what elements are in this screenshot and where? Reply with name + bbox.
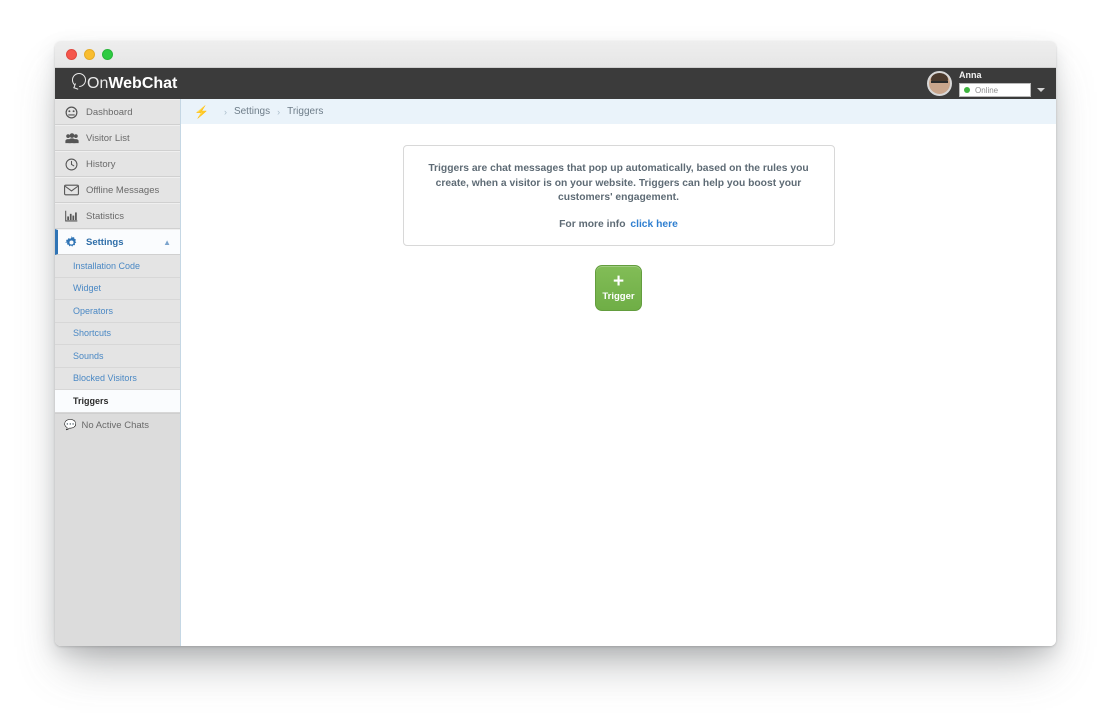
app-body: Dashboard Visitor List History Offline M… bbox=[55, 99, 1056, 646]
sidebar-item-label: Statistics bbox=[86, 210, 125, 222]
chevron-down-icon bbox=[1037, 88, 1045, 92]
user-meta: Anna Online bbox=[959, 70, 1048, 97]
sidebar-item-label: Settings bbox=[86, 236, 124, 248]
app-top-bar: On Web Chat Anna Online bbox=[55, 68, 1056, 99]
gauge-icon bbox=[64, 106, 79, 119]
browser-window: On Web Chat Anna Online Dashboard Visito… bbox=[55, 41, 1056, 646]
add-trigger-button[interactable]: + Trigger bbox=[595, 264, 642, 311]
sidebar-subitem-label: Blocked Visitors bbox=[73, 373, 137, 384]
status-dropdown-toggle[interactable] bbox=[1034, 83, 1048, 97]
more-info-link[interactable]: click here bbox=[630, 219, 678, 230]
status-online-dot bbox=[964, 87, 970, 93]
maximize-window-button[interactable] bbox=[102, 48, 113, 60]
add-trigger-label: Trigger bbox=[602, 291, 635, 303]
status-select-value: Online bbox=[975, 85, 999, 95]
people-group-icon bbox=[64, 132, 79, 145]
add-trigger-wrap: + Trigger bbox=[181, 264, 1056, 311]
sidebar-subitem-label: Installation Code bbox=[73, 260, 141, 271]
minimize-window-button[interactable] bbox=[84, 48, 95, 60]
sidebar-item-dashboard[interactable]: Dashboard bbox=[55, 99, 180, 125]
sidebar-item-settings[interactable]: Settings ▲ bbox=[55, 229, 180, 255]
onwebchat-logo[interactable]: On Web Chat bbox=[72, 73, 178, 93]
breadcrumb-separator: › bbox=[223, 106, 227, 117]
sidebar: Dashboard Visitor List History Offline M… bbox=[55, 99, 181, 646]
user-account-area: Anna Online bbox=[927, 68, 1048, 99]
lightning-bolt-icon: ⚡ bbox=[194, 104, 209, 119]
triggers-info-more: For more info click here bbox=[426, 219, 812, 230]
sidebar-subitem-label: Widget bbox=[73, 283, 102, 294]
sidebar-subitem-label: Shortcuts bbox=[73, 328, 112, 339]
sidebar-subitem-label: Triggers bbox=[73, 395, 109, 406]
sidebar-subitem-blocked-visitors[interactable]: Blocked Visitors bbox=[55, 367, 180, 390]
avatar-glasses bbox=[931, 81, 948, 85]
speech-bubble-o-icon bbox=[72, 73, 86, 87]
chevron-up-icon[interactable]: ▲ bbox=[163, 238, 171, 247]
plus-icon: + bbox=[612, 271, 625, 293]
sidebar-item-label: Offline Messages bbox=[86, 184, 160, 196]
more-info-prefix: For more info bbox=[559, 218, 626, 230]
chat-bubble-icon: 💬 bbox=[64, 419, 77, 431]
triggers-info-text: Triggers are chat messages that pop up a… bbox=[428, 163, 809, 204]
sidebar-subitem-label: Operators bbox=[73, 305, 114, 316]
gear-icon bbox=[64, 235, 79, 249]
sidebar-item-visitor-list[interactable]: Visitor List bbox=[55, 125, 180, 151]
sidebar-item-label: Visitor List bbox=[86, 132, 130, 144]
status-row: Online bbox=[959, 83, 1048, 97]
sidebar-item-history[interactable]: History bbox=[55, 151, 180, 177]
sidebar-item-statistics[interactable]: Statistics bbox=[55, 203, 180, 229]
close-window-button[interactable] bbox=[66, 48, 77, 60]
sidebar-item-label: History bbox=[86, 158, 116, 170]
status-select[interactable]: Online bbox=[959, 83, 1031, 97]
envelope-icon bbox=[64, 184, 79, 196]
sidebar-item-offline-messages[interactable]: Offline Messages bbox=[55, 177, 180, 203]
sidebar-subitem-installation-code[interactable]: Installation Code bbox=[55, 255, 180, 278]
sidebar-subitem-triggers[interactable]: Triggers bbox=[55, 390, 180, 413]
sidebar-active-chats-label: No Active Chats bbox=[81, 419, 150, 431]
sidebar-subitem-shortcuts[interactable]: Shortcuts bbox=[55, 322, 180, 345]
sidebar-item-label: Dashboard bbox=[86, 106, 133, 118]
breadcrumb-separator: › bbox=[277, 106, 281, 117]
page-backdrop: On Web Chat Anna Online Dashboard Visito… bbox=[0, 0, 1110, 713]
sidebar-subitem-widget[interactable]: Widget bbox=[55, 277, 180, 300]
logo-text-on: On bbox=[87, 75, 109, 92]
triggers-info-panel: Triggers are chat messages that pop up a… bbox=[402, 145, 835, 246]
main-content: ⚡ › Settings › Triggers Triggers are cha… bbox=[181, 99, 1056, 646]
user-name: Anna bbox=[959, 70, 982, 80]
window-titlebar bbox=[55, 41, 1056, 68]
clock-icon bbox=[64, 158, 79, 171]
sidebar-subitem-label: Sounds bbox=[73, 350, 104, 361]
breadcrumb: ⚡ › Settings › Triggers bbox=[181, 99, 1056, 125]
logo-text-web: Web bbox=[108, 75, 142, 92]
breadcrumb-item-settings[interactable]: Settings bbox=[234, 106, 270, 117]
sidebar-subitem-operators[interactable]: Operators bbox=[55, 300, 180, 323]
logo-text-chat: Chat bbox=[141, 75, 178, 92]
breadcrumb-item-triggers[interactable]: Triggers bbox=[287, 106, 323, 117]
sidebar-active-chats-status[interactable]: 💬 No Active Chats bbox=[55, 412, 180, 437]
bar-chart-icon bbox=[64, 210, 79, 222]
avatar[interactable] bbox=[927, 71, 952, 96]
content-area: Triggers are chat messages that pop up a… bbox=[181, 125, 1056, 311]
sidebar-subitem-sounds[interactable]: Sounds bbox=[55, 345, 180, 368]
